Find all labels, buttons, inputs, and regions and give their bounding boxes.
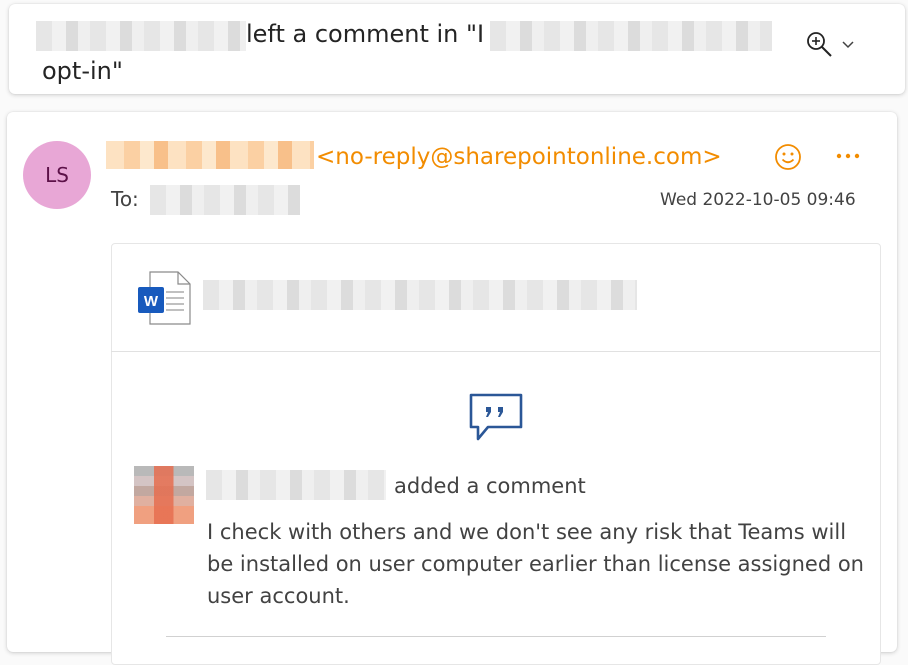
subject-line-2: opt-in" xyxy=(42,57,123,85)
avatar[interactable]: LS xyxy=(23,141,91,209)
redacted-recipient xyxy=(150,185,300,215)
message-date: Wed 2022-10-05 09:46 xyxy=(660,190,856,210)
commenter-avatar xyxy=(134,466,194,524)
svg-text:W: W xyxy=(144,293,159,310)
redacted-document-title[interactable] xyxy=(203,280,637,310)
subject-line-1: left a comment in "I xyxy=(246,20,485,48)
zoom-in-icon xyxy=(807,32,832,57)
speech-bubble-icon xyxy=(468,392,524,448)
to-label: To: xyxy=(111,187,139,211)
sender-email[interactable]: <no-reply@sharepointonline.com> xyxy=(316,144,722,170)
added-comment-label: added a comment xyxy=(394,474,586,498)
notification-divider xyxy=(111,351,880,352)
smiley-icon xyxy=(775,144,801,170)
redacted-commenter-name xyxy=(206,470,386,500)
more-actions-button[interactable] xyxy=(832,141,864,171)
zoom-button[interactable] xyxy=(805,28,865,62)
redacted-author xyxy=(36,21,246,51)
more-icon xyxy=(836,153,860,159)
emoji-reaction-button[interactable] xyxy=(772,141,804,173)
comment-text: I check with others and we don't see any… xyxy=(207,520,864,608)
redacted-document-name xyxy=(490,21,772,51)
word-doc-icon[interactable]: W xyxy=(136,270,194,330)
redacted-sender-name xyxy=(106,141,314,169)
comment-separator xyxy=(166,636,826,637)
chevron-down-icon xyxy=(842,41,854,49)
avatar-initials: LS xyxy=(45,163,69,187)
